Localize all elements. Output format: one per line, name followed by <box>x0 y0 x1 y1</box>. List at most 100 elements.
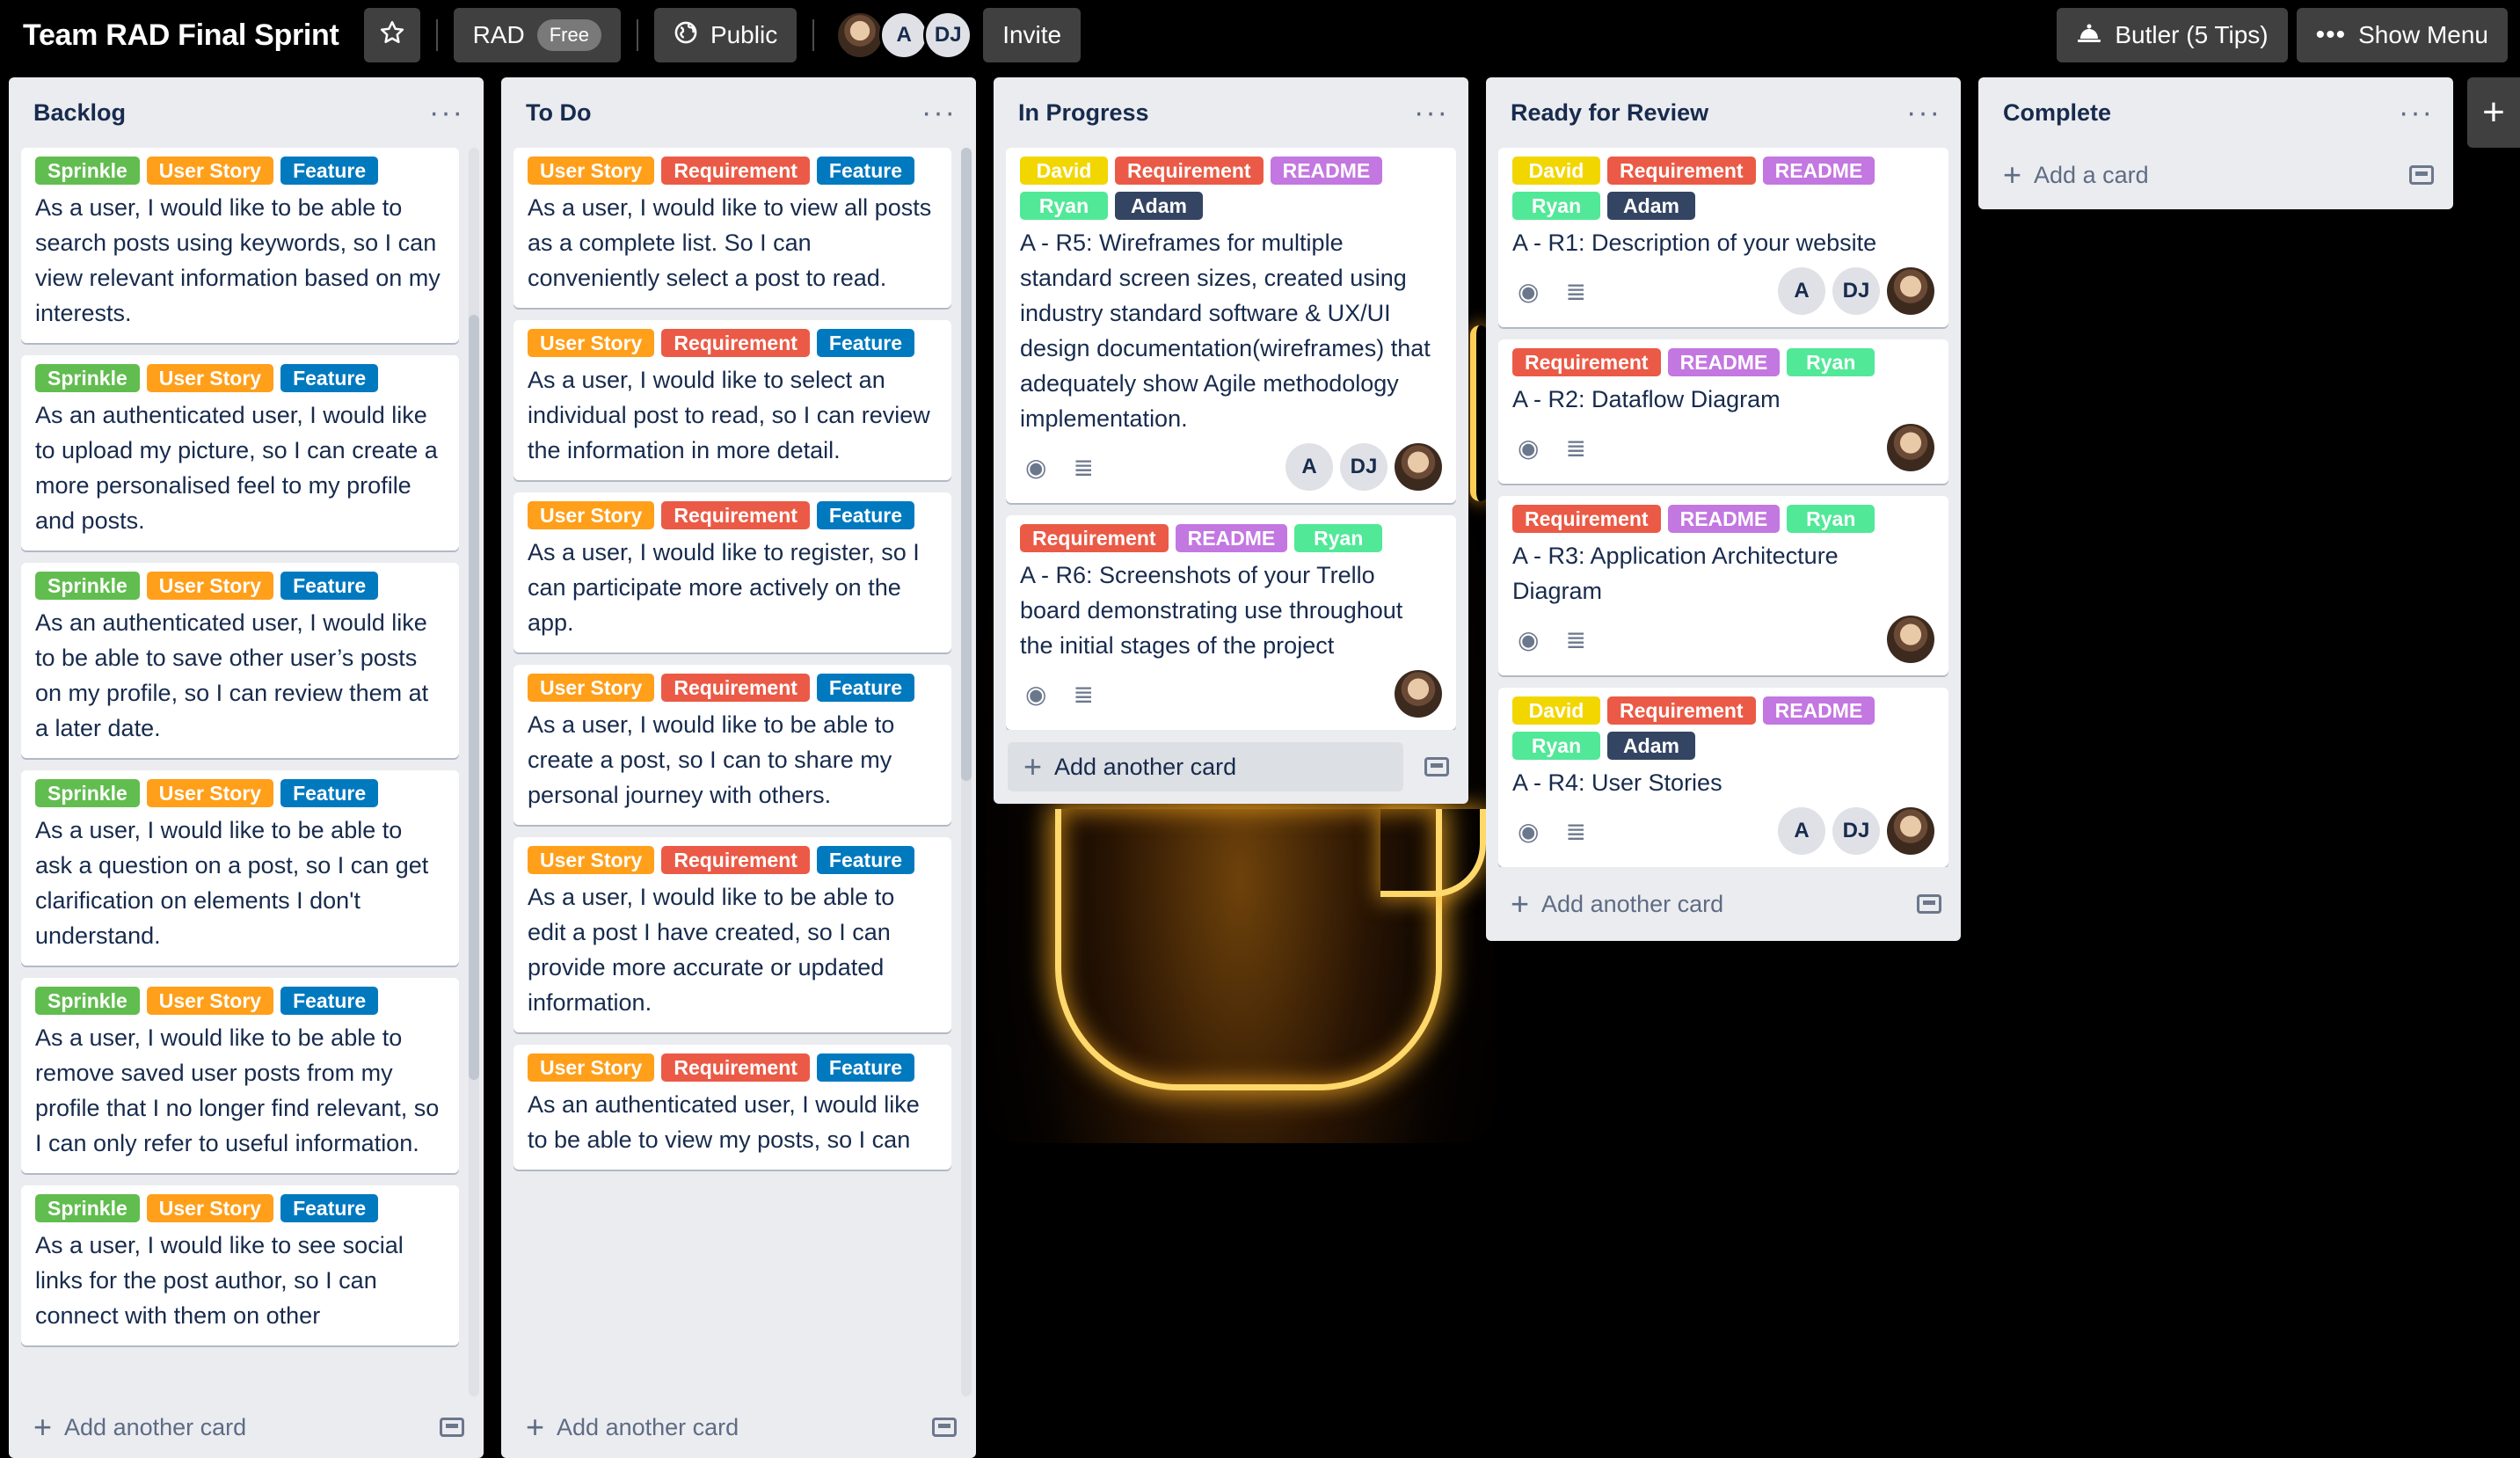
label-adam[interactable]: Adam <box>1607 192 1695 220</box>
label-ryan[interactable]: Ryan <box>1512 732 1600 760</box>
card[interactable]: David Requirement README Ryan Adam A - R1: D… <box>1498 148 1948 327</box>
label-ryan[interactable]: Ryan <box>1787 505 1875 533</box>
label-feature[interactable]: Feature <box>816 1053 915 1082</box>
label-ryan[interactable]: Ryan <box>1787 348 1875 376</box>
card-member-avatar[interactable]: A <box>1285 443 1333 491</box>
label-user-story[interactable]: User Story <box>146 987 274 1015</box>
card[interactable]: Sprinkle User Story Feature As an authenti… <box>21 355 459 550</box>
card-member-avatar[interactable]: DJ <box>1832 267 1880 315</box>
list-menu-icon[interactable]: ··· <box>2399 98 2434 128</box>
label-readme[interactable]: README <box>1762 157 1875 185</box>
card-member-avatar[interactable] <box>1395 670 1442 718</box>
card-member-avatar[interactable] <box>1887 267 1934 315</box>
label-user-story[interactable]: User Story <box>528 157 655 185</box>
label-requirement[interactable]: Requirement <box>661 501 810 529</box>
label-user-story[interactable]: User Story <box>146 1194 274 1222</box>
card[interactable]: Sprinkle User Story Feature As a user, I w… <box>21 770 459 966</box>
label-feature[interactable]: Feature <box>816 846 915 874</box>
card-member-avatar[interactable] <box>1887 616 1934 663</box>
card-template-icon[interactable] <box>1424 757 1449 776</box>
label-user-story[interactable]: User Story <box>146 779 274 807</box>
butler-button[interactable]: Butler (5 Tips) <box>2057 8 2288 62</box>
label-readme[interactable]: README <box>1667 348 1781 376</box>
card-member-avatar[interactable] <box>1887 424 1934 471</box>
label-ryan[interactable]: Ryan <box>1020 192 1108 220</box>
card-member-avatar[interactable]: DJ <box>1832 807 1880 855</box>
label-requirement[interactable]: Requirement <box>1020 524 1169 552</box>
card[interactable]: User Story Requirement Feature As a user, … <box>513 320 951 480</box>
list-title[interactable]: Ready for Review <box>1511 99 1708 127</box>
star-button[interactable] <box>363 8 420 62</box>
list-header[interactable]: Backlog ··· <box>9 77 484 148</box>
label-adam[interactable]: Adam <box>1115 192 1203 220</box>
list-menu-icon[interactable]: ··· <box>429 98 464 128</box>
add-card-button[interactable]: + Add another card <box>526 1411 739 1443</box>
label-sprinkle[interactable]: Sprinkle <box>35 779 140 807</box>
list-scrollbar-thumb[interactable] <box>961 148 972 781</box>
card[interactable]: David Requirement README Ryan Adam A - R4: U… <box>1498 688 1948 867</box>
label-requirement[interactable]: Requirement <box>661 846 810 874</box>
label-sprinkle[interactable]: Sprinkle <box>35 987 140 1015</box>
card[interactable]: Sprinkle User Story Feature As a user, I w… <box>21 1185 459 1345</box>
label-feature[interactable]: Feature <box>280 1194 379 1222</box>
card[interactable]: User Story Requirement Feature As a user, … <box>513 492 951 652</box>
label-user-story[interactable]: User Story <box>528 674 655 702</box>
label-feature[interactable]: Feature <box>280 987 379 1015</box>
label-user-story[interactable]: User Story <box>146 572 274 600</box>
label-sprinkle[interactable]: Sprinkle <box>35 157 140 185</box>
list-menu-icon[interactable]: ··· <box>1906 98 1941 128</box>
card[interactable]: Requirement README Ryan A - R2: Dataflow D… <box>1498 339 1948 484</box>
board-title[interactable]: Team RAD Final Sprint <box>12 18 353 53</box>
label-requirement[interactable]: Requirement <box>1512 505 1661 533</box>
label-feature[interactable]: Feature <box>816 674 915 702</box>
card-member-avatar[interactable] <box>1887 807 1934 855</box>
list-title[interactable]: Backlog <box>33 99 126 127</box>
label-requirement[interactable]: Requirement <box>661 157 810 185</box>
card[interactable]: Requirement README Ryan A - R6: Screenshot… <box>1006 515 1456 730</box>
card[interactable]: Sprinkle User Story Feature As an authenti… <box>21 563 459 758</box>
card[interactable]: User Story Requirement Feature As a user, … <box>513 837 951 1032</box>
card[interactable]: User Story Requirement Feature As an authe… <box>513 1045 951 1170</box>
card-template-icon[interactable] <box>440 1418 464 1437</box>
label-feature[interactable]: Feature <box>280 572 379 600</box>
label-feature[interactable]: Feature <box>816 501 915 529</box>
label-user-story[interactable]: User Story <box>146 157 274 185</box>
label-readme[interactable]: README <box>1762 696 1875 725</box>
label-requirement[interactable]: Requirement <box>661 1053 810 1082</box>
label-user-story[interactable]: User Story <box>528 329 655 357</box>
label-adam[interactable]: Adam <box>1607 732 1695 760</box>
label-requirement[interactable]: Requirement <box>1607 157 1756 185</box>
add-card-button[interactable]: + Add a card <box>2003 159 2149 191</box>
label-user-story[interactable]: User Story <box>528 846 655 874</box>
card[interactable]: Sprinkle User Story Feature As a user, I w… <box>21 978 459 1173</box>
add-card-button[interactable]: + Add another card <box>1511 888 1723 920</box>
add-list-button[interactable]: + <box>2467 77 2520 148</box>
member-avatar[interactable]: DJ <box>923 11 973 60</box>
label-david[interactable]: David <box>1020 157 1108 185</box>
label-ryan[interactable]: Ryan <box>1294 524 1383 552</box>
card[interactable]: User Story Requirement Feature As a user, … <box>513 665 951 825</box>
label-requirement[interactable]: Requirement <box>1115 157 1264 185</box>
add-card-button[interactable]: + Add another card <box>33 1411 246 1443</box>
card-member-avatar[interactable]: DJ <box>1340 443 1387 491</box>
card[interactable]: User Story Requirement Feature As a user, … <box>513 148 951 308</box>
label-sprinkle[interactable]: Sprinkle <box>35 1194 140 1222</box>
label-feature[interactable]: Feature <box>816 329 915 357</box>
label-readme[interactable]: README <box>1175 524 1288 552</box>
label-sprinkle[interactable]: Sprinkle <box>35 364 140 392</box>
label-readme[interactable]: README <box>1270 157 1383 185</box>
label-sprinkle[interactable]: Sprinkle <box>35 572 140 600</box>
label-ryan[interactable]: Ryan <box>1512 192 1600 220</box>
label-user-story[interactable]: User Story <box>146 364 274 392</box>
list-menu-icon[interactable]: ··· <box>921 98 957 128</box>
label-feature[interactable]: Feature <box>816 157 915 185</box>
list-title[interactable]: Complete <box>2003 99 2111 127</box>
add-card-button[interactable]: + Add another card <box>1008 742 1403 791</box>
card-template-icon[interactable] <box>2409 165 2434 185</box>
label-feature[interactable]: Feature <box>280 779 379 807</box>
show-menu-button[interactable]: ••• Show Menu <box>2296 8 2508 62</box>
label-david[interactable]: David <box>1512 696 1600 725</box>
label-feature[interactable]: Feature <box>280 157 379 185</box>
label-feature[interactable]: Feature <box>280 364 379 392</box>
card-template-icon[interactable] <box>932 1418 957 1437</box>
